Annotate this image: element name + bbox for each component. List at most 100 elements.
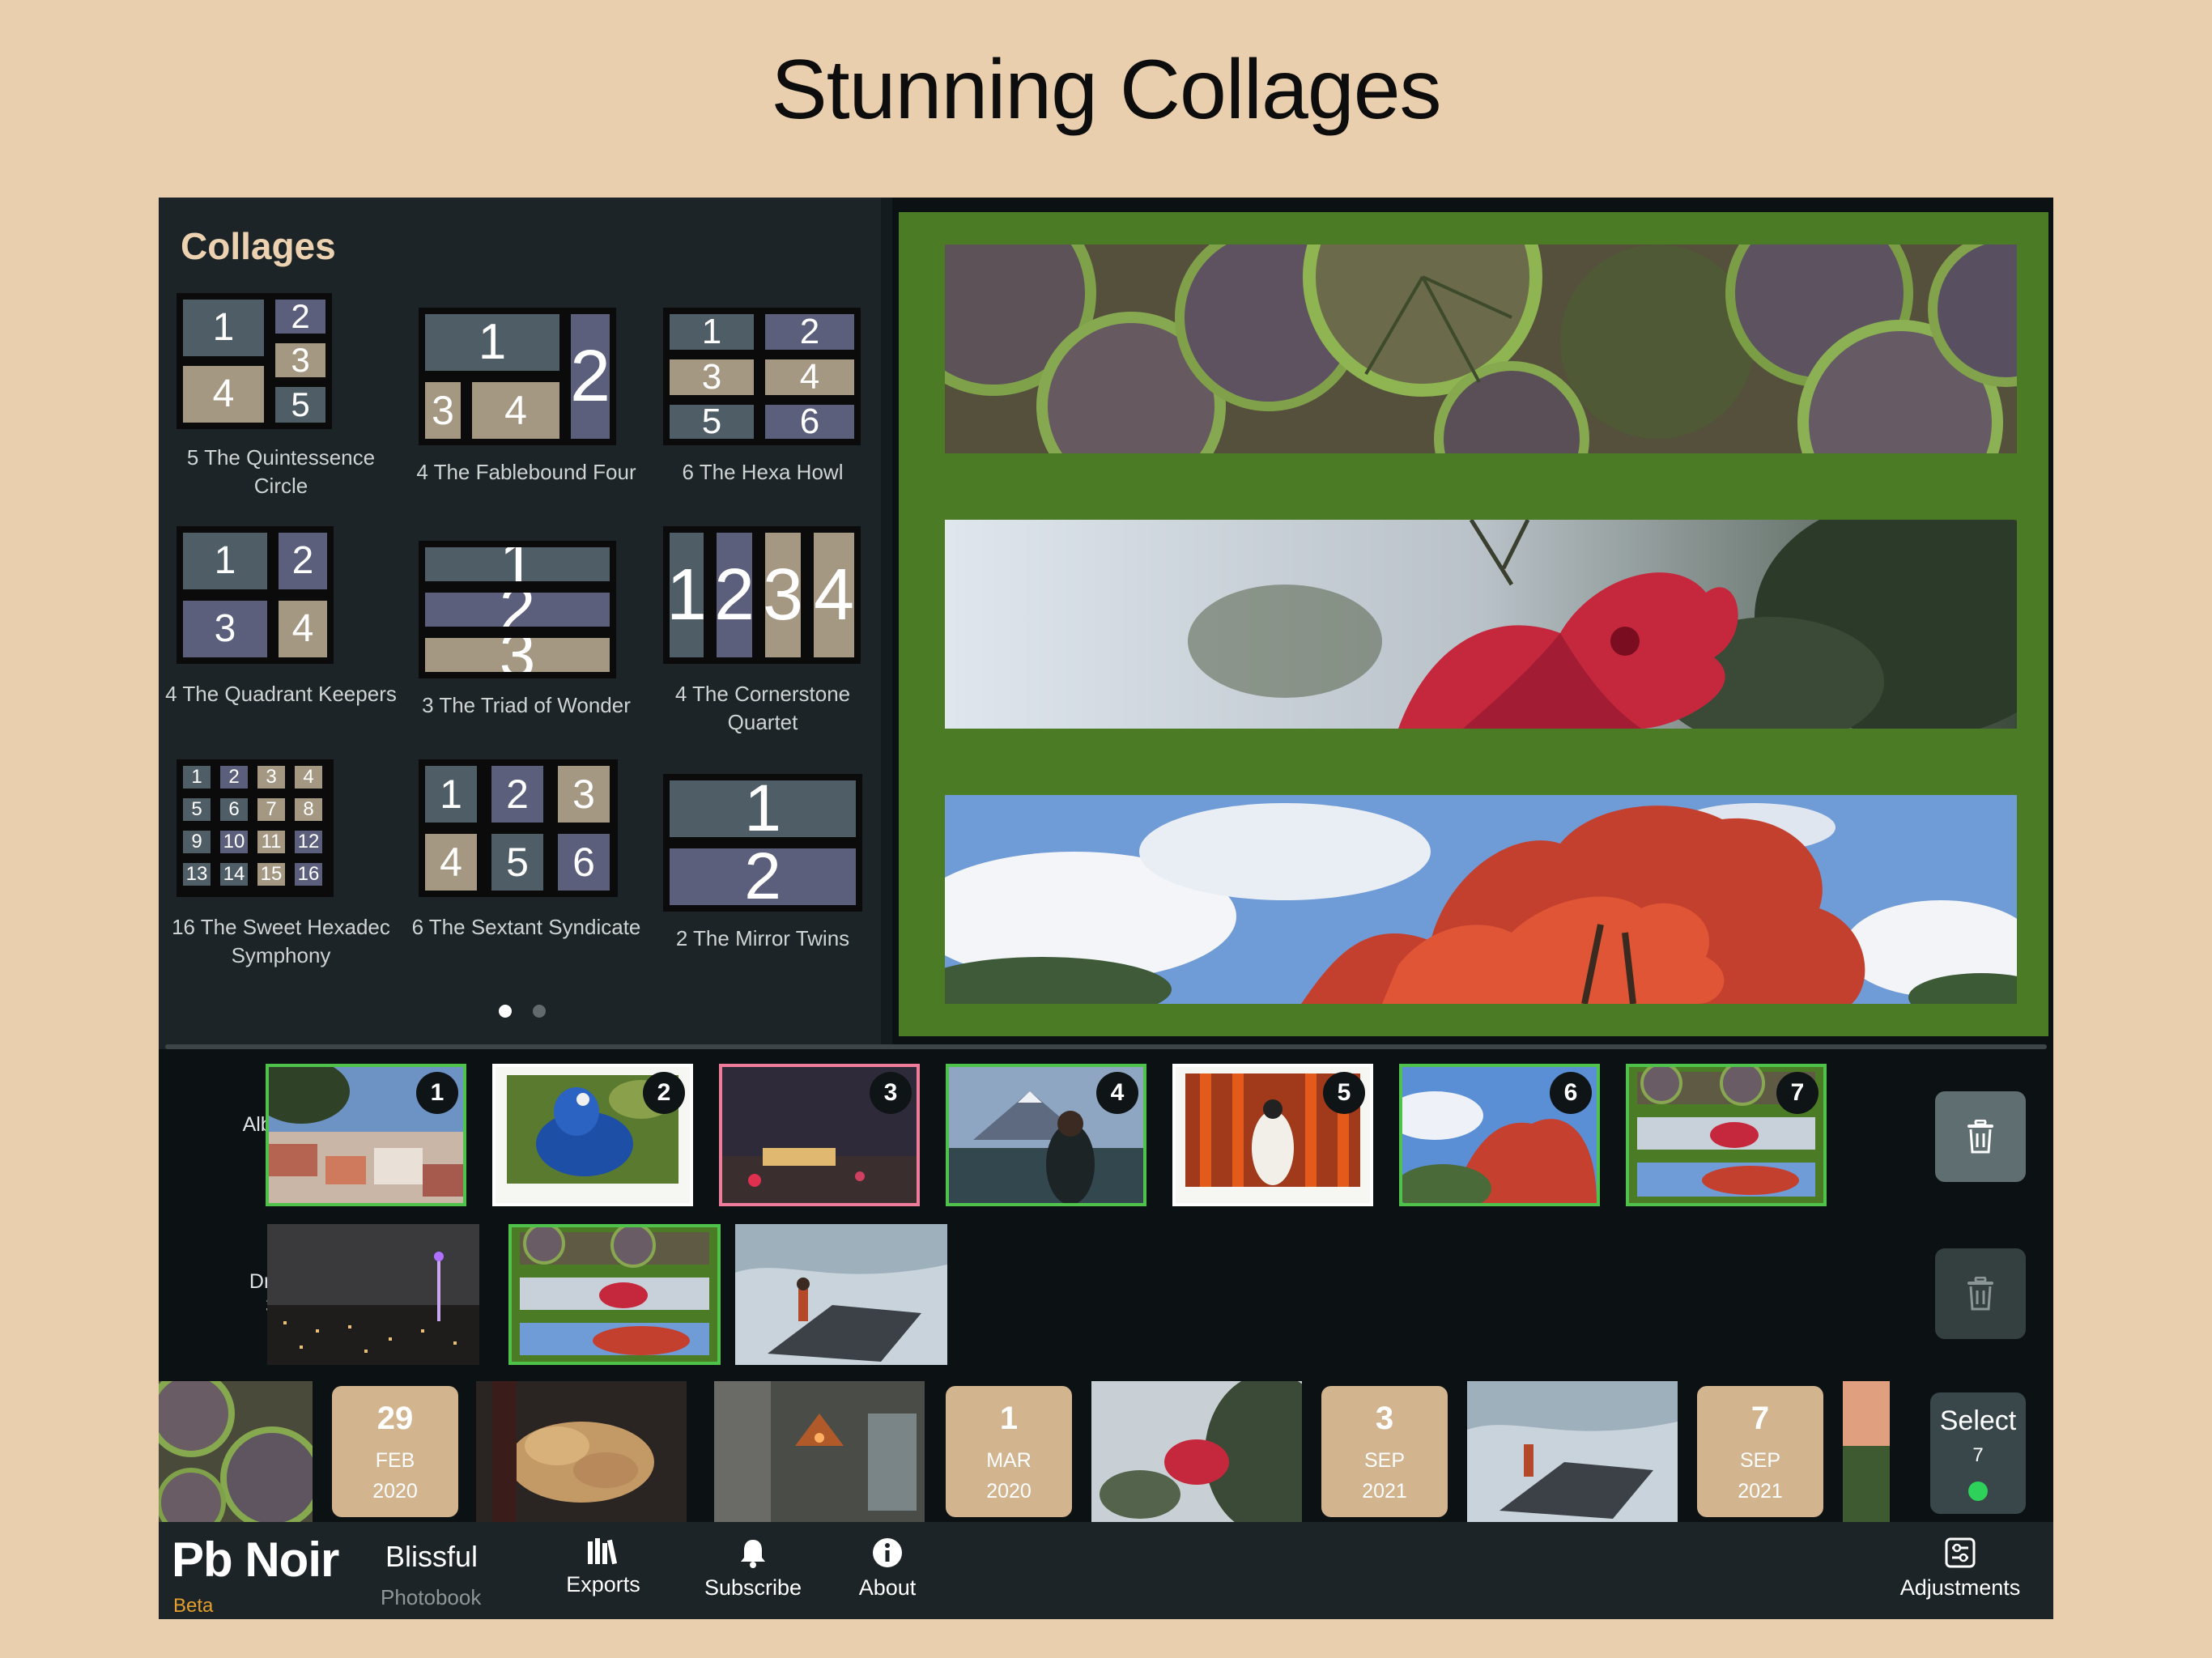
date-card[interactable]: 29 FEB 2020 [332, 1386, 458, 1517]
select-count: 7 [1972, 1444, 1984, 1466]
nav-label: Subscribe [704, 1575, 802, 1600]
select-button[interactable]: Select 7 [1930, 1392, 2026, 1514]
collage-cell: 4 [183, 366, 264, 423]
collage-cell: 5 [670, 405, 754, 439]
album-photo-4[interactable]: 4 [946, 1064, 1146, 1206]
collage-tile-cornerstone[interactable]: 1 2 3 4 4 The Cornerstone Quartet [640, 526, 885, 745]
collage-cell: 4 [295, 766, 322, 789]
album-delete-button[interactable] [1935, 1091, 2026, 1182]
select-label: Select [1939, 1405, 2017, 1436]
collage-cell: 11 [257, 831, 285, 853]
collage-cell: 3 [275, 343, 325, 377]
collage-caption: 4 The Cornerstone Quartet [674, 682, 851, 734]
timeline-photo[interactable] [1091, 1381, 1302, 1522]
books-icon [588, 1538, 618, 1565]
draft-photo-boat[interactable] [735, 1224, 947, 1365]
collage-tile-quadrant-keepers[interactable]: 1 2 3 4 4 The Quadrant Keepers [159, 526, 403, 745]
order-badge: 5 [1323, 1072, 1365, 1114]
nav-about[interactable]: About [839, 1537, 936, 1601]
date-card[interactable]: 3 SEP 2021 [1321, 1386, 1448, 1517]
order-badge: 1 [416, 1072, 458, 1114]
date-month: MAR [986, 1449, 1032, 1472]
beta-label: Beta [173, 1595, 214, 1617]
collage-caption: 3 The Triad of Wonder [422, 693, 631, 717]
date-day: 1 [999, 1401, 1019, 1436]
album-photo-6[interactable]: 6 [1399, 1064, 1600, 1206]
collage-tile-hexa-howl[interactable]: 1 2 3 4 5 6 6 The Hexa Howl [640, 308, 885, 510]
collage-cell: 2 [279, 533, 327, 589]
bell-icon [741, 1540, 765, 1568]
photo-timeline[interactable]: 29 FEB 2020 1 MAR 2020 3 SEP 2021 7 SEP … [159, 1381, 2053, 1522]
collage-cell: 1 [425, 314, 559, 371]
date-month: SEP [1363, 1449, 1406, 1472]
project-title[interactable]: Blissful [385, 1540, 478, 1574]
collage-caption: 6 The Sextant Syndicate [411, 915, 641, 939]
album-photo-5[interactable]: 5 [1172, 1064, 1373, 1206]
album-photo-1[interactable]: 1 [266, 1064, 466, 1206]
collage-tile-mirror-twins[interactable]: 1 2 2 The Mirror Twins [640, 774, 885, 976]
timeline-photo[interactable] [159, 1381, 313, 1522]
date-year: 2020 [372, 1480, 418, 1503]
collage-tile-quintessence[interactable]: 1 2 3 4 5 5 The Quintessence Circle [159, 293, 403, 512]
collage-cell: 1 [183, 766, 211, 789]
nav-subscribe[interactable]: Subscribe [680, 1537, 826, 1601]
album-photo-7[interactable]: 7 [1626, 1064, 1827, 1206]
collage-cell: 8 [295, 798, 322, 821]
collage-cell: 14 [220, 863, 248, 886]
page-dot-active[interactable] [499, 1005, 512, 1018]
date-month: SEP [1739, 1449, 1781, 1472]
draft-delete-button[interactable] [1935, 1248, 2026, 1339]
date-day: 3 [1375, 1401, 1394, 1436]
timeline-photo[interactable] [714, 1381, 925, 1522]
timeline-photo[interactable] [476, 1381, 687, 1522]
collage-tile-sextant[interactable]: 1 2 3 4 5 6 6 The Sextant Syndicate [404, 759, 649, 978]
collage-cell: 3 [183, 601, 267, 657]
date-card[interactable]: 7 SEP 2021 [1697, 1386, 1823, 1517]
collage-tile-triad[interactable]: 1 2 3 3 The Triad of Wonder [404, 541, 649, 743]
collage-cell: 2 [491, 766, 543, 823]
collage-cell: 3 [670, 359, 754, 395]
nav-label: Exports [566, 1572, 640, 1596]
collage-cell: 3 [257, 766, 285, 789]
preview-photo-hibiscus[interactable] [945, 520, 2017, 729]
collage-cell: 2 [275, 300, 325, 334]
collage-tile-fablebound[interactable]: 1 2 3 4 4 The Fablebound Four [404, 308, 649, 510]
collage-cell: 10 [220, 831, 248, 853]
album-photo-3[interactable]: 3 [719, 1064, 920, 1206]
preview-photo-leaves[interactable] [945, 244, 2017, 453]
collage-cell: 2 [425, 593, 610, 627]
app-window: Collages 1 2 3 4 5 5 The Quintessence Ci… [159, 198, 2053, 1619]
collage-cell: 7 [257, 798, 285, 821]
date-month: FEB [375, 1449, 415, 1472]
trash-icon [1967, 1120, 1993, 1154]
nav-label: About [858, 1575, 917, 1600]
nav-exports[interactable]: Exports [542, 1537, 664, 1597]
order-badge: 3 [870, 1072, 912, 1114]
collage-cell: 3 [425, 638, 610, 672]
panel-title: Collages [181, 225, 336, 267]
collage-cell: 12 [295, 831, 322, 853]
date-card[interactable]: 1 MAR 2020 [946, 1386, 1072, 1517]
draft-photo-city[interactable] [267, 1224, 479, 1365]
preview-photo-maple[interactable] [945, 795, 2017, 1004]
collage-cell: 1 [670, 533, 704, 657]
page-dot[interactable] [533, 1005, 546, 1018]
album-photo-2[interactable]: 2 [492, 1064, 693, 1206]
trash-icon [1967, 1277, 1993, 1311]
collage-caption: 6 The Hexa Howl [682, 460, 844, 484]
collage-preview[interactable] [899, 212, 2048, 1036]
collage-caption: 4 The Fablebound Four [416, 460, 636, 484]
collage-tile-hexadec[interactable]: 1 2 3 4 5 6 7 8 9 10 11 12 13 14 15 16 16 The Sweet Hex… [159, 759, 403, 978]
timeline-photo[interactable] [1843, 1381, 1890, 1522]
draft-photo-collage[interactable] [508, 1224, 721, 1365]
order-badge: 6 [1550, 1072, 1592, 1114]
collage-cell: 15 [257, 863, 285, 886]
nav-adjustments[interactable]: Adjustments [1883, 1537, 2037, 1601]
timeline-photo[interactable] [1467, 1381, 1678, 1522]
collage-panel: Collages 1 2 3 4 5 5 The Quintessence Ci… [159, 198, 881, 1049]
collage-cell: 1 [425, 547, 610, 581]
order-badge: 7 [1776, 1072, 1819, 1114]
date-year: 2021 [1362, 1480, 1407, 1503]
date-year: 2020 [986, 1480, 1032, 1503]
order-badge: 4 [1096, 1072, 1138, 1114]
